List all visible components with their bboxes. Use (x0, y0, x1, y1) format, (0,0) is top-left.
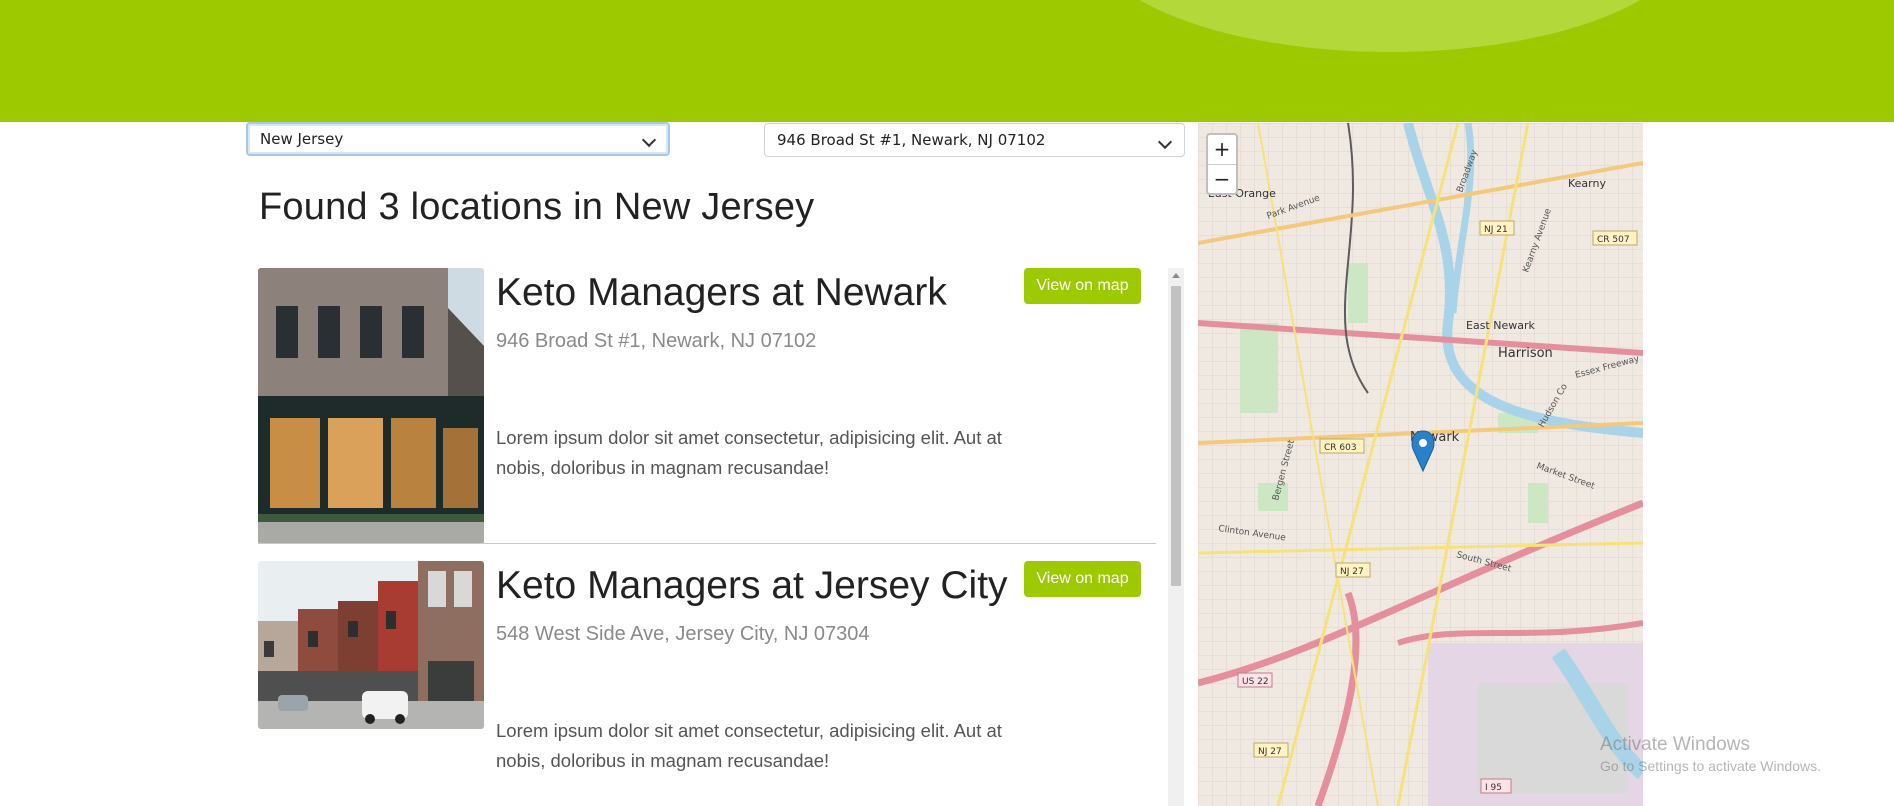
location-title: Keto Managers at Newark (496, 271, 947, 314)
location-select[interactable]: 946 Broad St #1, Newark, NJ 07102 (764, 123, 1185, 157)
location-select-value: 946 Broad St #1, Newark, NJ 07102 (777, 131, 1046, 149)
location-description: Lorem ipsum dolor sit amet consectetur, … (496, 427, 1002, 478)
map-tiles[interactable]: East Orange Kearny East Newark Harrison … (1198, 123, 1643, 806)
map-shield-cr603: CR 603 (1324, 443, 1357, 453)
results-heading: Found 3 locations in New Jersey (259, 186, 815, 228)
scroll-up-arrow-icon[interactable] (1172, 273, 1180, 278)
zoom-in-button[interactable]: + (1208, 135, 1236, 165)
zoom-out-button[interactable]: − (1208, 165, 1236, 194)
map-shield-nj21: NJ 21 (1484, 225, 1508, 235)
location-card: Keto Managers at Newark 946 Broad St #1,… (258, 268, 1158, 544)
map-shield-us22: US 22 (1242, 677, 1269, 687)
map-shield-nj27-south: NJ 27 (1258, 747, 1282, 757)
chevron-down-icon (641, 132, 657, 148)
windows-activation-watermark: Activate Windows Go to Settings to activ… (1600, 734, 1821, 774)
watermark-title: Activate Windows (1600, 734, 1750, 755)
view-on-map-button[interactable]: View on map (1024, 268, 1141, 304)
location-address: 946 Broad St #1, Newark, NJ 07102 (496, 330, 817, 352)
map-shield-nj27: NJ 27 (1340, 567, 1364, 577)
map-view[interactable]: East Orange Kearny East Newark Harrison … (1198, 123, 1643, 806)
location-description: Lorem ipsum dolor sit amet consectetur, … (496, 720, 1002, 771)
state-select-value: New Jersey (260, 130, 344, 148)
header-decoration (1090, 0, 1690, 52)
location-title: Keto Managers at Jersey City (496, 564, 1008, 607)
state-select[interactable]: New Jersey (246, 122, 670, 156)
map-label-kearny: Kearny (1568, 177, 1606, 190)
scrollbar-thumb[interactable] (1171, 286, 1181, 586)
watermark-subtitle: Go to Settings to activate Windows. (1600, 758, 1821, 774)
map-label-harrison: Harrison (1498, 346, 1553, 361)
map-label-east-newark: East Newark (1466, 319, 1535, 332)
map-zoom-control: + − (1206, 133, 1238, 195)
location-photo-jersey-city (258, 561, 484, 729)
map-shield-cr507: CR 507 (1597, 235, 1630, 245)
location-card: Keto Managers at Jersey City 548 West Si… (258, 561, 1158, 806)
location-list: Keto Managers at Newark 946 Broad St #1,… (258, 268, 1158, 806)
location-photo-newark (258, 268, 484, 544)
location-address: 548 West Side Ave, Jersey City, NJ 07304 (496, 623, 870, 645)
chevron-down-icon (1157, 134, 1173, 150)
card-divider (258, 543, 1156, 544)
map-shield-i95: I 95 (1485, 783, 1502, 793)
view-on-map-button[interactable]: View on map (1024, 561, 1141, 597)
site-header (0, 0, 1894, 122)
list-scrollbar[interactable] (1168, 268, 1184, 806)
